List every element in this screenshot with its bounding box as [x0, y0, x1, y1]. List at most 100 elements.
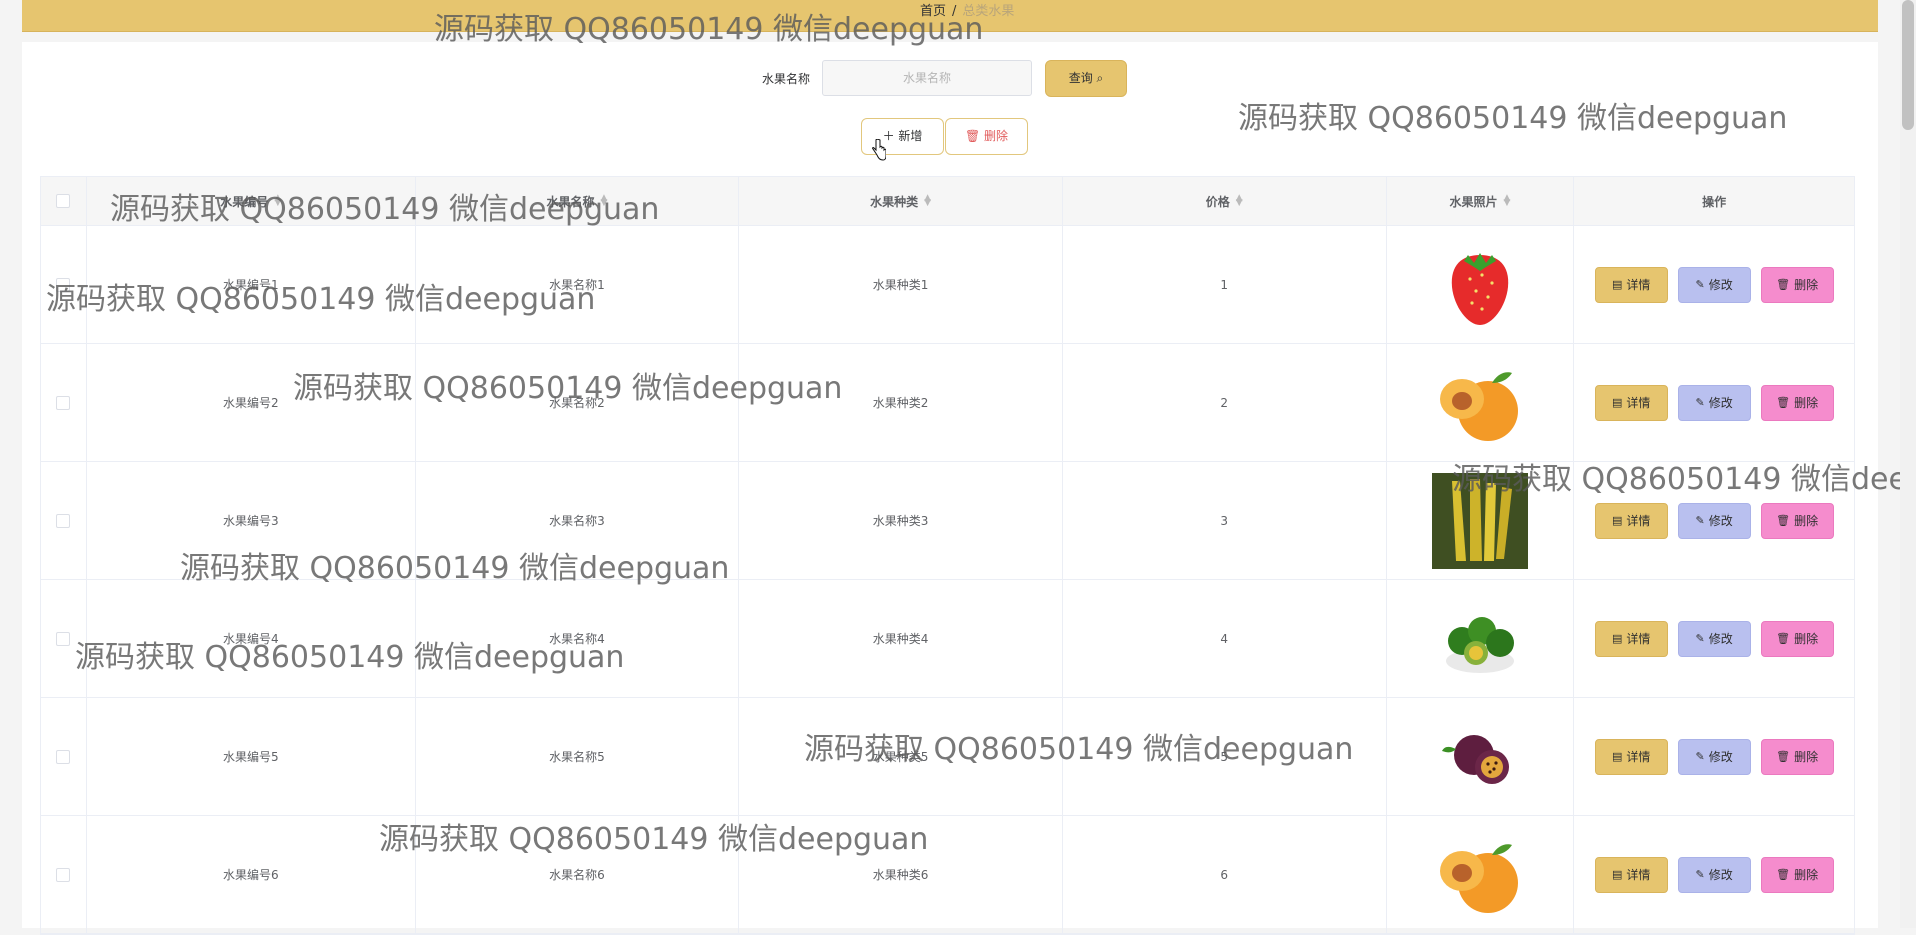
apricot-image[interactable] [1432, 355, 1528, 451]
document-icon: ▤ [1611, 632, 1623, 645]
delete-button-label: 删除 [1794, 750, 1819, 764]
document-icon: ▤ [1611, 278, 1623, 291]
delete-button[interactable]: 🗑 删除 [1760, 738, 1834, 775]
edit-button[interactable]: ✎ 修改 [1677, 856, 1751, 893]
cell-photo [1387, 226, 1575, 343]
sort-icon[interactable]: ▲ ▼ [600, 194, 607, 208]
detail-button[interactable]: ▤ 详情 [1594, 502, 1668, 539]
detail-button-label: 详情 [1626, 278, 1651, 292]
sort-icon[interactable]: ▲ ▼ [1236, 194, 1243, 208]
sort-icon[interactable]: ▲ ▼ [1503, 194, 1510, 208]
cell-fruit-type: 水果种类3 [739, 462, 1063, 579]
row-select-cell [41, 698, 87, 815]
actions-cell: ▤ 详情 ✎ 修改 🗑 删除 [1574, 344, 1854, 461]
actions-cell: ▤ 详情 ✎ 修改 🗑 删除 [1574, 698, 1854, 815]
delete-button[interactable]: 🗑 删除 [1760, 856, 1834, 893]
edit-button[interactable]: ✎ 修改 [1677, 384, 1751, 421]
cell-fruit-type: 水果种类6 [739, 816, 1063, 933]
row-checkbox[interactable] [56, 277, 71, 292]
cell-fruit-name: 水果名称5 [416, 698, 740, 815]
pencil-icon: ✎ [1695, 868, 1705, 881]
cell-photo [1387, 462, 1575, 579]
table-row: 水果编号4 水果名称4 水果种类4 4 ▤ 详情 ✎ 修改 🗑 删除 [41, 580, 1854, 698]
batch-delete-button[interactable]: 🗑 删除 [945, 118, 1028, 155]
detail-button[interactable]: ▤ 详情 [1594, 738, 1668, 775]
actions-cell: ▤ 详情 ✎ 修改 🗑 删除 [1574, 462, 1854, 579]
breadcrumb-home[interactable]: 首页 [920, 4, 946, 19]
sort-icon[interactable]: ▲ ▼ [924, 194, 931, 208]
trash-icon: 🗑 [1776, 514, 1791, 527]
strawberry-image[interactable] [1432, 237, 1528, 333]
detail-button-label: 详情 [1626, 396, 1651, 410]
header-fruit-type[interactable]: 水果种类 ▲ ▼ [739, 177, 1063, 225]
apricot-image[interactable] [1432, 827, 1528, 923]
delete-button[interactable]: 🗑 删除 [1760, 266, 1834, 303]
edit-button[interactable]: ✎ 修改 [1677, 266, 1751, 303]
table-row: 水果编号3 水果名称3 水果种类3 3 ▤ 详情 ✎ 修改 🗑 删除 [41, 462, 1854, 580]
cell-fruit-type: 水果种类4 [739, 580, 1063, 697]
batch-delete-label: 删除 [984, 129, 1009, 143]
cell-fruit-no: 水果编号1 [87, 226, 416, 343]
detail-button-label: 详情 [1626, 632, 1651, 646]
cell-fruit-no: 水果编号2 [87, 344, 416, 461]
detail-button[interactable]: ▤ 详情 [1594, 384, 1668, 421]
cell-photo [1387, 344, 1575, 461]
vertical-scrollbar[interactable] [1900, 0, 1916, 928]
search-button[interactable]: 查询 ⌕ [1045, 60, 1127, 97]
header-fruit-name-label: 水果名称 [546, 194, 595, 209]
delete-button[interactable]: 🗑 删除 [1760, 384, 1834, 421]
row-select-cell [41, 462, 87, 579]
edit-button[interactable]: ✎ 修改 [1677, 738, 1751, 775]
cell-fruit-type: 水果种类2 [739, 344, 1063, 461]
scrollbar-thumb[interactable] [1902, 0, 1914, 130]
cell-price: 3 [1063, 462, 1387, 579]
row-checkbox[interactable] [56, 631, 71, 646]
lime-image[interactable] [1432, 591, 1528, 687]
starfruit-image[interactable] [1431, 472, 1528, 569]
edit-button-label: 修改 [1708, 396, 1733, 410]
detail-button[interactable]: ▤ 详情 [1594, 856, 1668, 893]
trash-icon: 🗑 [964, 129, 981, 143]
select-all-checkbox[interactable] [56, 194, 71, 208]
table-row: 水果编号2 水果名称2 水果种类2 2 ▤ 详情 ✎ 修改 🗑 删除 [41, 344, 1854, 462]
pencil-icon: ✎ [1695, 396, 1705, 409]
row-checkbox[interactable] [56, 749, 71, 764]
trash-icon: 🗑 [1776, 868, 1791, 881]
edit-button-label: 修改 [1708, 750, 1733, 764]
passionfruit-image[interactable] [1432, 709, 1528, 805]
header-actions-label: 操作 [1702, 194, 1727, 209]
delete-button-label: 删除 [1794, 632, 1819, 646]
trash-icon: 🗑 [1776, 632, 1791, 645]
sort-icon[interactable]: ▲ ▼ [274, 194, 281, 208]
delete-button-label: 删除 [1794, 868, 1819, 882]
delete-button-label: 删除 [1794, 278, 1819, 292]
edit-button[interactable]: ✎ 修改 [1677, 620, 1751, 657]
edit-button-label: 修改 [1708, 632, 1733, 646]
detail-button-label: 详情 [1626, 868, 1651, 882]
header-fruit-name[interactable]: 水果名称 ▲ ▼ [416, 177, 740, 225]
row-checkbox[interactable] [56, 395, 71, 410]
header-price[interactable]: 价格 ▲ ▼ [1063, 177, 1387, 225]
detail-button[interactable]: ▤ 详情 [1594, 620, 1668, 657]
header-fruit-no[interactable]: 水果编号 ▲ ▼ [87, 177, 416, 225]
document-icon: ▤ [1611, 396, 1623, 409]
row-select-cell [41, 226, 87, 343]
cell-fruit-no: 水果编号5 [87, 698, 416, 815]
cell-fruit-no: 水果编号3 [87, 462, 416, 579]
detail-button[interactable]: ▤ 详情 [1594, 266, 1668, 303]
row-checkbox[interactable] [56, 513, 71, 528]
cell-fruit-no: 水果编号4 [87, 580, 416, 697]
header-photo[interactable]: 水果照片 ▲ ▼ [1387, 177, 1575, 225]
cell-price: 4 [1063, 580, 1387, 697]
cell-price: 6 [1063, 816, 1387, 933]
delete-button[interactable]: 🗑 删除 [1760, 502, 1834, 539]
select-all-cell [41, 177, 87, 225]
breadcrumb: 首页 / 总类水果 [920, 0, 1014, 19]
delete-button[interactable]: 🗑 删除 [1760, 620, 1834, 657]
table-row: 水果编号1 水果名称1 水果种类1 1 ▤ 详情 ✎ 修改 🗑 删除 [41, 226, 1854, 344]
search-input[interactable]: 水果名称 [822, 60, 1032, 96]
cell-photo [1387, 580, 1575, 697]
actions-cell: ▤ 详情 ✎ 修改 🗑 删除 [1574, 816, 1854, 933]
edit-button[interactable]: ✎ 修改 [1677, 502, 1751, 539]
row-checkbox[interactable] [56, 867, 71, 882]
